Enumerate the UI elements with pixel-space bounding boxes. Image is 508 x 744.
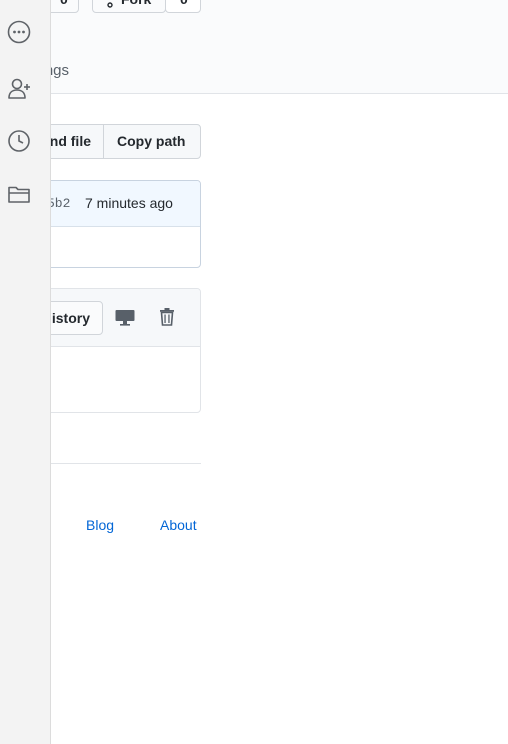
fork-button[interactable]: Fork — [92, 0, 166, 13]
desktop-icon[interactable] — [113, 305, 137, 329]
folder-icon[interactable] — [6, 181, 32, 207]
file-toolbar: History — [41, 289, 200, 347]
fork-count: 0 — [180, 0, 188, 9]
star-count: 0 — [60, 0, 68, 9]
more-options-icon[interactable] — [6, 19, 32, 45]
commit-time: 7 minutes ago — [85, 195, 173, 211]
footer-link-about[interactable]: About — [160, 517, 197, 533]
repo-header: 0 Fork 0 ngs — [0, 0, 508, 94]
left-sidebar — [0, 0, 51, 744]
add-user-icon[interactable] — [6, 76, 32, 102]
fork-icon — [107, 2, 113, 8]
trash-icon[interactable] — [155, 305, 179, 329]
footer-divider — [51, 463, 201, 464]
copy-path-button[interactable]: Copy path — [104, 125, 200, 158]
file-action-group: Find file Copy path — [30, 124, 201, 159]
history-clock-icon[interactable] — [6, 128, 32, 154]
footer-link-blog[interactable]: Blog — [86, 517, 114, 533]
fork-label: Fork — [121, 0, 151, 9]
file-content-box: History — [40, 288, 201, 413]
commit-bar: 5b2 7 minutes ago — [41, 181, 200, 227]
latest-commit-box: 5b2 7 minutes ago — [40, 180, 201, 268]
copy-path-label: Copy path — [117, 133, 186, 149]
fork-count-button[interactable]: 0 — [165, 0, 201, 13]
